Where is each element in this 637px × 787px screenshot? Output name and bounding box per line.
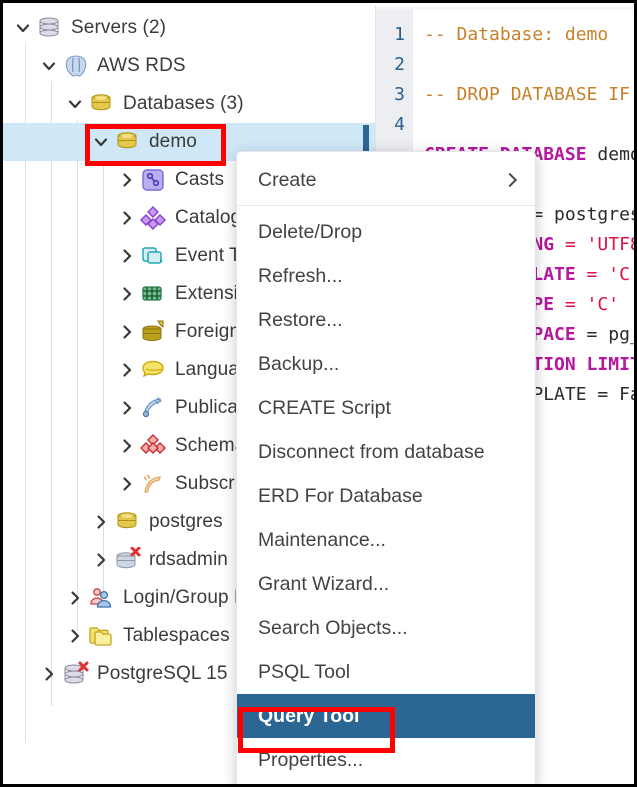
foreign-data-wrapper-icon [139,319,169,345]
database-icon [87,91,117,117]
menu-item-label: Restore... [258,309,343,331]
menu-item-maintenance[interactable]: Maintenance... [237,518,535,562]
code-token: = False; [587,384,634,405]
catalogs-icon [139,205,169,231]
code-token: = 'C' [554,294,619,315]
line-number: 3 [394,84,405,105]
tree-item-servers-2[interactable]: Servers (2) [3,9,375,47]
chevron-right-icon[interactable] [115,362,139,378]
menu-item-disconnect-from-database[interactable]: Disconnect from database [237,430,535,474]
menu-item-label: Query Tool [258,705,359,727]
chevron-right-icon[interactable] [115,400,139,416]
code-token: = 'UTF8' [554,234,634,255]
server-disconnected-icon [61,661,91,687]
chevron-down-icon[interactable] [11,20,35,36]
menu-item-grant-wizard[interactable]: Grant Wizard... [237,562,535,606]
roles-icon [87,585,117,611]
chevron-right-icon[interactable] [115,286,139,302]
chevron-right-icon[interactable] [115,172,139,188]
languages-icon [139,357,169,383]
database-icon [113,509,143,535]
menu-item-refresh[interactable]: Refresh... [237,254,535,298]
tree-item-label: PostgreSQL 15 [97,663,228,685]
chevron-right-icon[interactable] [63,628,87,644]
menu-item-restore[interactable]: Restore... [237,298,535,342]
tree-item-label: Servers (2) [71,17,166,39]
tree-item-label: demo [149,131,197,153]
menu-item-psql-tool[interactable]: PSQL Tool [237,650,535,694]
schemas-icon [139,433,169,459]
extensions-icon [139,281,169,307]
menu-separator [237,205,535,206]
chevron-right-icon[interactable] [115,438,139,454]
code-token: -- DROP DATABASE IF EXISTS demo; [424,84,634,105]
event-trigger-icon [139,243,169,269]
tree-item-label: Casts [175,169,224,191]
subscriptions-icon [139,471,169,497]
tree-item-label: postgres [149,511,223,533]
line-number: 4 [394,114,405,135]
chevron-right-icon[interactable] [89,552,113,568]
code-token: = postgres [522,204,634,225]
menu-item-label: Backup... [258,353,339,375]
code-token: demo [587,144,634,165]
code-line: -- DROP DATABASE IF EXISTS demo; [424,84,634,105]
menu-item-create[interactable]: Create [237,158,535,202]
menu-item-properties[interactable]: Properties... [237,738,535,782]
menu-item-label: Maintenance... [258,529,386,551]
menu-item-label: CREATE Script [258,397,391,419]
chevron-down-icon[interactable] [89,134,113,150]
servers-icon [35,15,65,41]
pgadmin-screenshot: Servers (2) AWS RDS Databases (3) demo Casts… [0,0,637,787]
casts-icon [139,167,169,193]
menu-item-label: ERD For Database [258,485,423,507]
menu-item-query-tool[interactable]: Query Tool [237,694,535,738]
chevron-down-icon[interactable] [63,96,87,112]
menu-item-create-script[interactable]: CREATE Script [237,386,535,430]
menu-item-label: Delete/Drop [258,221,362,243]
line-number: 2 [394,54,405,75]
chevron-right-icon[interactable] [89,514,113,530]
menu-item-label: PSQL Tool [258,661,350,683]
line-number: 1 [394,24,405,45]
database-disconnected-icon [113,547,143,573]
chevron-right-icon[interactable] [115,324,139,340]
menu-item-label: Grant Wizard... [258,573,389,595]
menu-item-label: Create [258,169,317,191]
tree-item-label: AWS RDS [97,55,186,77]
menu-item-label: Properties... [258,749,363,771]
tree-item-label: rdsadmin [149,549,228,571]
tree-item-databases-3[interactable]: Databases (3) [3,85,375,123]
menu-item-search-objects[interactable]: Search Objects... [237,606,535,650]
chevron-right-icon[interactable] [63,590,87,606]
editor-top-strip [376,6,634,10]
chevron-right-icon[interactable] [115,210,139,226]
chevron-right-icon[interactable] [115,476,139,492]
menu-item-erd-for-database[interactable]: ERD For Database [237,474,535,518]
chevron-right-icon[interactable] [115,248,139,264]
tablespaces-icon [87,623,117,649]
code-token: -- Database: demo [424,24,608,45]
code-line: -- Database: demo [424,24,608,45]
postgres-icon [61,53,91,79]
database-icon [113,129,143,155]
tree-item-aws-rds[interactable]: AWS RDS [3,47,375,85]
chevron-right-icon[interactable] [37,666,61,682]
tree-item-label: Databases (3) [123,93,244,115]
code-token: = pg_default [576,324,634,345]
menu-item-delete-drop[interactable]: Delete/Drop [237,210,535,254]
editor-line-number-gutter: 1 2 3 4 [376,10,413,156]
menu-item-label: Refresh... [258,265,343,287]
menu-item-label: Search Objects... [258,617,408,639]
chevron-down-icon[interactable] [37,58,61,74]
code-token: = 'C' [576,264,634,285]
menu-item-label: Disconnect from database [258,441,485,463]
publications-icon [139,395,169,421]
tree-item-label: Tablespaces [123,625,230,647]
menu-item-backup[interactable]: Backup... [237,342,535,386]
database-context-menu[interactable]: Create Delete/Drop Refresh... Restore... Bac… [236,151,536,787]
